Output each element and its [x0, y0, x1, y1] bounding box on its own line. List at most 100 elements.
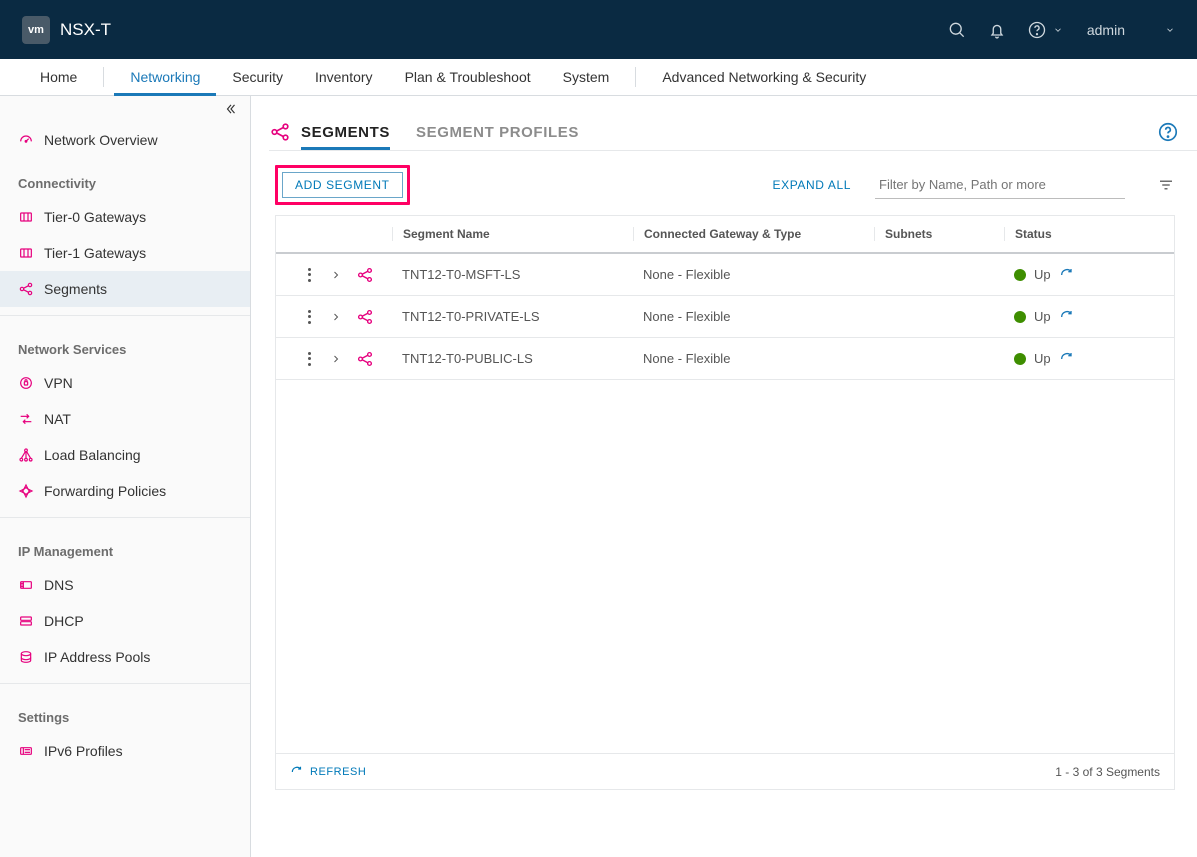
cell-segment-name: TNT12-T0-PUBLIC-LS — [392, 351, 633, 366]
filter-input[interactable] — [875, 171, 1125, 198]
sidebar-item-label: DHCP — [44, 613, 84, 629]
expand-row-icon[interactable] — [330, 311, 342, 323]
nav-system[interactable]: System — [547, 59, 626, 96]
refresh-label: REFRESH — [310, 766, 366, 778]
vpn-icon — [18, 375, 34, 391]
filter-icon[interactable] — [1157, 176, 1175, 194]
refresh-status-icon[interactable] — [1059, 351, 1075, 367]
help-icon[interactable] — [1017, 10, 1057, 50]
refresh-status-icon[interactable] — [1059, 309, 1075, 325]
top-nav: Home Networking Security Inventory Plan … — [0, 59, 1197, 96]
sidebar-item-label: NAT — [44, 411, 71, 427]
sidebar-item-nat[interactable]: NAT — [0, 401, 250, 437]
column-status[interactable]: Status — [1004, 227, 1174, 241]
sidebar-item-tier0[interactable]: Tier-0 Gateways — [0, 199, 250, 235]
vmware-logo: vm — [22, 16, 50, 44]
column-gateway[interactable]: Connected Gateway & Type — [633, 227, 874, 241]
help-icon[interactable] — [1157, 121, 1179, 143]
row-menu-icon[interactable] — [302, 268, 316, 282]
column-subnets[interactable]: Subnets — [874, 227, 1004, 241]
product-name: NSX-T — [60, 20, 111, 40]
dns-icon — [18, 577, 34, 593]
row-count: 1 - 3 of 3 Segments — [1055, 765, 1160, 779]
sidebar-item-ipv6[interactable]: IPv6 Profiles — [0, 733, 250, 769]
table-row[interactable]: TNT12-T0-PRIVATE-LS None - Flexible Up — [276, 296, 1174, 338]
search-icon[interactable] — [937, 10, 977, 50]
cell-status: Up — [1004, 309, 1174, 325]
nav-home[interactable]: Home — [24, 59, 93, 96]
sidebar-heading-connectivity: Connectivity — [0, 158, 250, 199]
sidebar-item-overview[interactable]: Network Overview — [0, 122, 250, 158]
tab-segments[interactable]: SEGMENTS — [301, 114, 390, 150]
table-row[interactable]: TNT12-T0-PUBLIC-LS None - Flexible Up — [276, 338, 1174, 380]
main-content: SEGMENTS SEGMENT PROFILES ADD SEGMENT EX… — [251, 96, 1197, 857]
profiles-icon — [18, 743, 34, 759]
sidebar-item-vpn[interactable]: VPN — [0, 365, 250, 401]
gateway-icon — [18, 209, 34, 225]
sidebar-item-label: Forwarding Policies — [44, 483, 166, 499]
refresh-button[interactable]: REFRESH — [290, 765, 366, 779]
expand-row-icon[interactable] — [330, 353, 342, 365]
sidebar-item-dhcp[interactable]: DHCP — [0, 603, 250, 639]
sidebar: Network Overview Connectivity Tier-0 Gat… — [0, 96, 251, 857]
dashboard-icon — [18, 132, 34, 148]
segment-icon — [356, 350, 374, 368]
sidebar-item-label: DNS — [44, 577, 74, 593]
nav-plan-troubleshoot[interactable]: Plan & Troubleshoot — [389, 59, 547, 96]
sidebar-item-ip-pools[interactable]: IP Address Pools — [0, 639, 250, 675]
cell-segment-name: TNT12-T0-PRIVATE-LS — [392, 309, 633, 324]
forwarding-icon — [18, 483, 34, 499]
status-text: Up — [1034, 309, 1051, 324]
sidebar-item-label: Network Overview — [44, 132, 158, 148]
status-text: Up — [1034, 267, 1051, 282]
tab-segment-profiles[interactable]: SEGMENT PROFILES — [416, 114, 579, 150]
cell-gateway: None - Flexible — [633, 267, 874, 282]
sidebar-collapse[interactable] — [0, 96, 250, 122]
row-menu-icon[interactable] — [302, 310, 316, 324]
sidebar-item-forwarding[interactable]: Forwarding Policies — [0, 473, 250, 509]
cell-status: Up — [1004, 267, 1174, 283]
add-segment-highlight: ADD SEGMENT — [275, 165, 410, 205]
row-menu-icon[interactable] — [302, 352, 316, 366]
segments-table: Segment Name Connected Gateway & Type Su… — [275, 215, 1175, 790]
expand-row-icon[interactable] — [330, 269, 342, 281]
sidebar-item-label: Load Balancing — [44, 447, 141, 463]
nav-separator — [103, 67, 104, 87]
ip-pools-icon — [18, 649, 34, 665]
expand-all-button[interactable]: EXPAND ALL — [773, 178, 851, 192]
sidebar-item-label: VPN — [44, 375, 73, 391]
sidebar-heading-settings: Settings — [0, 692, 250, 733]
sidebar-item-tier1[interactable]: Tier-1 Gateways — [0, 235, 250, 271]
load-balancing-icon — [18, 447, 34, 463]
chevron-down-icon — [1165, 25, 1175, 35]
cell-gateway: None - Flexible — [633, 309, 874, 324]
sidebar-item-lb[interactable]: Load Balancing — [0, 437, 250, 473]
content-tabs: SEGMENTS SEGMENT PROFILES — [269, 114, 1197, 151]
gateway-icon — [18, 245, 34, 261]
user-menu[interactable]: admin — [1087, 22, 1175, 38]
dhcp-icon — [18, 613, 34, 629]
nav-separator — [635, 67, 636, 87]
sidebar-item-dns[interactable]: DNS — [0, 567, 250, 603]
nav-advanced[interactable]: Advanced Networking & Security — [646, 59, 882, 96]
sidebar-item-segments[interactable]: Segments — [0, 271, 250, 307]
segment-icon — [356, 266, 374, 284]
sidebar-item-label: IP Address Pools — [44, 649, 150, 665]
refresh-status-icon[interactable] — [1059, 267, 1075, 283]
notifications-icon[interactable] — [977, 10, 1017, 50]
sidebar-item-label: Tier-1 Gateways — [44, 245, 146, 261]
segments-icon — [18, 281, 34, 297]
column-segment-name[interactable]: Segment Name — [392, 227, 633, 241]
add-segment-button[interactable]: ADD SEGMENT — [282, 172, 403, 198]
sidebar-item-label: Tier-0 Gateways — [44, 209, 146, 225]
nat-icon — [18, 411, 34, 427]
status-dot-icon — [1014, 311, 1026, 323]
table-header: Segment Name Connected Gateway & Type Su… — [276, 216, 1174, 254]
nav-inventory[interactable]: Inventory — [299, 59, 389, 96]
filter-input-wrap — [875, 171, 1125, 199]
status-dot-icon — [1014, 353, 1026, 365]
table-row[interactable]: TNT12-T0-MSFT-LS None - Flexible Up — [276, 254, 1174, 296]
nav-security[interactable]: Security — [216, 59, 299, 96]
cell-segment-name: TNT12-T0-MSFT-LS — [392, 267, 633, 282]
nav-networking[interactable]: Networking — [114, 59, 216, 96]
